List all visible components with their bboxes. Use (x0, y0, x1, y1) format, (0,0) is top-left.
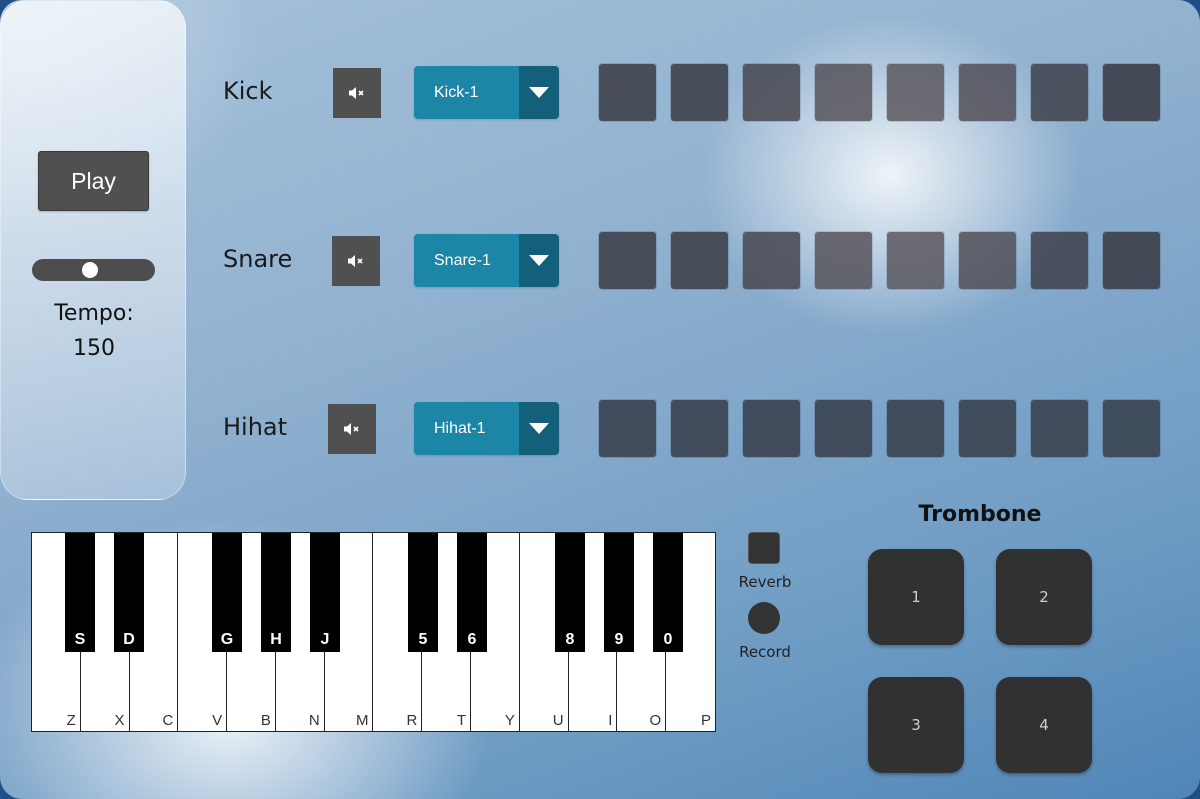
piano-black-key-j[interactable]: J (310, 533, 340, 652)
sample-select-hihat[interactable]: Hihat-1 (414, 402, 559, 455)
key-label: 8 (565, 631, 575, 648)
step-pad-hihat-6[interactable] (959, 400, 1016, 457)
step-pad-hihat-5[interactable] (887, 400, 944, 457)
tempo-slider-thumb[interactable] (82, 262, 99, 278)
key-label: C (162, 712, 174, 729)
step-pad-kick-2[interactable] (671, 64, 728, 121)
step-pad-snare-8[interactable] (1103, 232, 1160, 289)
step-pad-hihat-1[interactable] (599, 400, 656, 457)
sample-select-value: Snare-1 (414, 234, 519, 287)
key-label: X (114, 712, 125, 729)
step-pad-snare-6[interactable] (959, 232, 1016, 289)
key-label: H (270, 631, 282, 648)
key-label: Z (66, 712, 76, 729)
sample-select-value: Hihat-1 (414, 402, 519, 455)
transport-panel: Play Tempo: 150 (0, 0, 186, 500)
step-pad-snare-7[interactable] (1031, 232, 1088, 289)
step-pad-hihat-2[interactable] (671, 400, 728, 457)
track-name-snare: Snare (223, 245, 293, 273)
trombone-pad-4[interactable]: 4 (996, 677, 1092, 773)
record-button[interactable] (748, 602, 780, 634)
key-label: D (123, 631, 135, 648)
sample-select-value: Kick-1 (414, 66, 519, 119)
track-name-kick: Kick (223, 77, 273, 105)
key-label: 0 (663, 631, 673, 648)
mute-button-snare[interactable] (332, 236, 380, 286)
sample-select-snare[interactable]: Snare-1 (414, 234, 559, 287)
step-pad-hihat-8[interactable] (1103, 400, 1160, 457)
sample-select-toggle[interactable] (519, 402, 559, 455)
piano-black-key-d[interactable]: D (114, 533, 144, 652)
piano-black-key-8[interactable]: 8 (555, 533, 585, 652)
speaker-muted-icon (344, 423, 359, 435)
reverb-toggle[interactable] (748, 532, 780, 564)
key-label: M (355, 712, 369, 729)
piano-black-key-9[interactable]: 9 (604, 533, 634, 652)
step-pad-kick-7[interactable] (1031, 64, 1088, 121)
trombone-pad-2[interactable]: 2 (996, 549, 1092, 645)
step-pad-kick-1[interactable] (599, 64, 656, 121)
key-label: I (608, 712, 613, 729)
speaker-muted-icon (349, 87, 364, 99)
sample-select-toggle[interactable] (519, 66, 559, 119)
key-label: N (308, 712, 320, 729)
key-label: 5 (418, 631, 428, 648)
piano-black-key-s[interactable]: S (65, 533, 95, 652)
triangle-down-icon (529, 86, 549, 98)
sample-select-kick[interactable]: Kick-1 (414, 66, 559, 119)
key-label: O (649, 712, 662, 729)
record-label: Record (739, 643, 791, 661)
key-label: S (74, 631, 86, 648)
piano-black-key-6[interactable]: 6 (457, 533, 487, 652)
step-pad-hihat-7[interactable] (1031, 400, 1088, 457)
step-pad-hihat-4[interactable] (815, 400, 872, 457)
key-label: R (406, 712, 418, 729)
piano-black-key-h[interactable]: H (261, 533, 291, 652)
tempo-value: 150 (73, 336, 115, 361)
key-label: U (552, 712, 564, 729)
step-pad-kick-4[interactable] (815, 64, 872, 121)
drum-machine-app: Play Tempo: 150 Kick Kick-1 Snare Snare-1 Hi… (0, 0, 1200, 799)
track-name-hihat: Hihat (223, 413, 288, 441)
key-label: 9 (614, 631, 624, 648)
piano-black-key-0[interactable]: 0 (653, 533, 683, 652)
tempo-label: Tempo: (54, 301, 134, 326)
piano-black-key-g[interactable]: G (212, 533, 242, 652)
tempo-slider[interactable] (32, 259, 155, 281)
mute-button-kick[interactable] (333, 68, 381, 118)
trombone-pad-3[interactable]: 3 (868, 677, 964, 773)
key-label: T (456, 712, 467, 729)
key-label: P (700, 712, 711, 729)
key-label: J (320, 631, 330, 648)
key-label: 6 (467, 631, 477, 648)
key-label: G (220, 631, 234, 648)
mute-button-hihat[interactable] (328, 404, 376, 454)
triangle-down-icon (529, 254, 549, 266)
sample-select-toggle[interactable] (519, 234, 559, 287)
piano-black-key-5[interactable]: 5 (408, 533, 438, 652)
key-label: V (212, 712, 223, 729)
step-pad-snare-2[interactable] (671, 232, 728, 289)
trombone-pad-1[interactable]: 1 (868, 549, 964, 645)
key-label: B (260, 712, 271, 729)
triangle-down-icon (529, 422, 549, 434)
key-label: Y (504, 712, 515, 729)
step-pad-snare-3[interactable] (743, 232, 800, 289)
step-pad-kick-3[interactable] (743, 64, 800, 121)
step-pad-snare-1[interactable] (599, 232, 656, 289)
step-pad-kick-5[interactable] (887, 64, 944, 121)
step-pad-hihat-3[interactable] (743, 400, 800, 457)
reverb-label: Reverb (738, 573, 792, 591)
trombone-title: Trombone (918, 502, 1042, 527)
step-pad-kick-8[interactable] (1103, 64, 1160, 121)
step-pad-snare-5[interactable] (887, 232, 944, 289)
step-pad-snare-4[interactable] (815, 232, 872, 289)
piano-keyboard: Z X C V B N M R T Y U I O P S D G H J 5 6 8 9 0 (31, 532, 716, 732)
speaker-muted-icon (348, 255, 363, 267)
step-pad-kick-6[interactable] (959, 64, 1016, 121)
play-button[interactable]: Play (38, 151, 149, 211)
